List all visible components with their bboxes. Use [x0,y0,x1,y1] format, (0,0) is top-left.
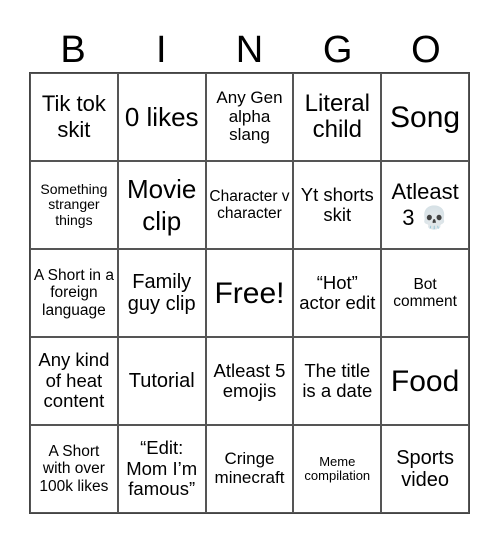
bingo-cell[interactable]: Cringe minecraft [205,425,294,513]
bingo-cell[interactable]: Tutorial [117,337,206,425]
bingo-cell[interactable]: Bot comment [381,249,469,337]
bingo-cell[interactable]: Any Gen alpha slang [205,73,294,161]
bingo-cell[interactable]: Tik tok skit [30,73,118,161]
header-letter-g: G [322,29,353,71]
header-letter-n: N [235,29,264,71]
bingo-cell[interactable]: Something stranger things [30,161,118,249]
bingo-cell[interactable]: “Hot” actor edit [293,249,382,337]
bingo-cell[interactable]: The title is a date [293,337,382,425]
bingo-cell[interactable]: A Short with over 100k likes [30,425,118,513]
bingo-cell[interactable]: “Edit: Mom I’m famous” [117,425,206,513]
bingo-cell[interactable]: Food [381,337,469,425]
bingo-cell[interactable]: Meme compilation [293,425,382,513]
bingo-cell[interactable]: Literal child [293,73,382,161]
bingo-cell[interactable]: Song [381,73,469,161]
bingo-cell[interactable]: Movie clip [117,161,206,249]
bingo-cell[interactable]: Family guy clip [117,249,206,337]
bingo-cell[interactable]: A Short in a foreign language [30,249,118,337]
bingo-cell[interactable]: Atleast 5 emojis [205,337,294,425]
bingo-cell[interactable]: Sports video [381,425,469,513]
bingo-cell-free[interactable]: Free! [205,249,294,337]
header-letter-o: O [411,29,441,71]
bingo-cell[interactable]: Yt shorts skit [293,161,382,249]
bingo-cell[interactable]: Atleast 3 💀 [381,161,469,249]
bingo-cell[interactable]: Any kind of heat content [30,337,118,425]
bingo-header: B I N G O [29,28,470,72]
bingo-cell[interactable]: Character v character [205,161,294,249]
bingo-cell[interactable]: 0 likes [117,73,206,161]
header-letter-b: B [60,29,86,71]
bingo-grid: Tik tok skit 0 likes Any Gen alpha slang… [29,72,470,514]
header-letter-i: I [156,29,167,71]
